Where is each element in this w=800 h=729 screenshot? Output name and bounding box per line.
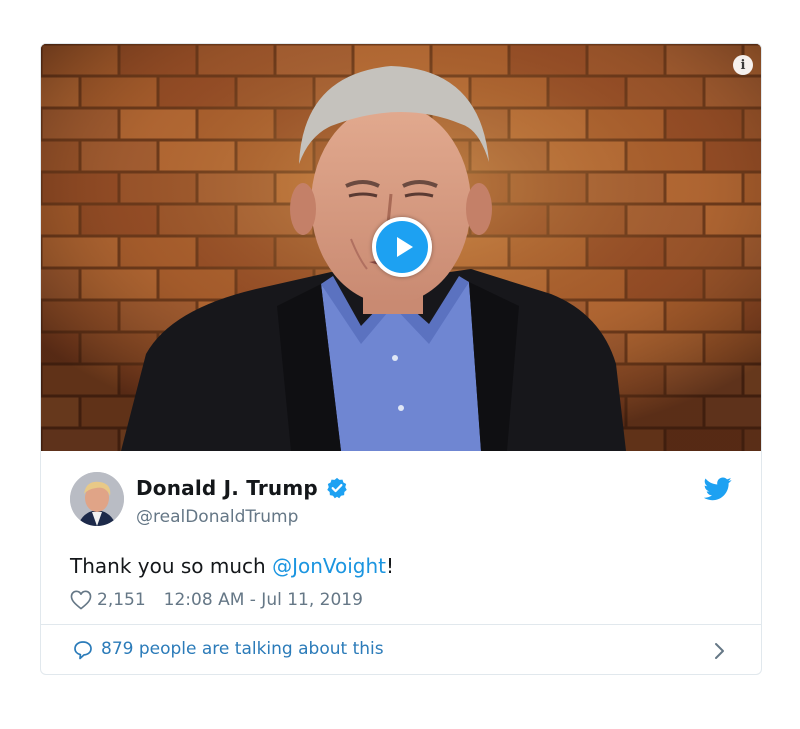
tweet-text-prefix: Thank you so much: [70, 554, 273, 578]
play-button[interactable]: [372, 217, 432, 277]
author-row: Donald J. Trump: [136, 476, 348, 500]
like-count[interactable]: 2,151: [97, 590, 146, 610]
play-icon: [396, 237, 413, 257]
heart-icon[interactable]: [70, 590, 92, 610]
comment-bubble-icon: [74, 641, 92, 660]
timestamp[interactable]: 12:08 AM - Jul 11, 2019: [164, 590, 363, 610]
tweet-meta: 2,151 12:08 AM - Jul 11, 2019: [70, 590, 363, 610]
conversation-link[interactable]: 879 people are talking about this: [41, 624, 761, 674]
user-handle[interactable]: @realDonaldTrump: [136, 507, 298, 527]
twitter-bird-icon[interactable]: [704, 477, 732, 501]
avatar[interactable]: [70, 472, 124, 526]
info-icon[interactable]: i: [733, 55, 753, 75]
avatar-image: [70, 472, 124, 526]
embedded-tweet-card: i Donald J. Trump @realDonaldTrump Thank…: [40, 43, 762, 675]
display-name[interactable]: Donald J. Trump: [136, 476, 318, 500]
video-media[interactable]: i: [41, 44, 761, 451]
verified-badge-icon: [327, 477, 347, 499]
mention-link[interactable]: @JonVoight: [272, 554, 386, 578]
tweet-text-suffix: !: [386, 554, 395, 578]
tweet-text: Thank you so much @JonVoight!: [70, 554, 394, 578]
chevron-right-icon: [715, 643, 724, 659]
talking-count-label[interactable]: 879 people are talking about this: [101, 639, 384, 659]
